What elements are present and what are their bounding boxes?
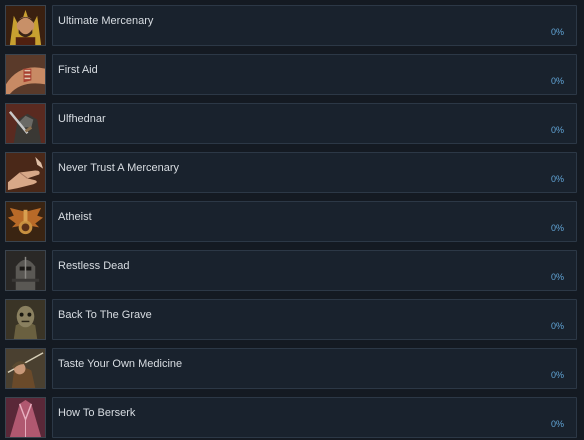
achievement-progress: 0%: [550, 174, 564, 184]
zombie-icon: [5, 299, 46, 340]
achievement-row[interactable]: Ultimate Mercenary 0%: [0, 3, 584, 47]
achievement-progress: 0%: [550, 27, 564, 37]
achievement-name: Ulfhednar: [58, 113, 106, 125]
achievement-row[interactable]: Ulfhednar 0%: [0, 101, 584, 145]
archer-icon: [5, 348, 46, 389]
achievement-row[interactable]: First Aid 0%: [0, 52, 584, 96]
achievement-row[interactable]: Restless Dead 0%: [0, 248, 584, 292]
winged-idol-icon: [5, 201, 46, 242]
achievement-row[interactable]: Back To The Grave 0%: [0, 297, 584, 341]
achievement-bar: Taste Your Own Medicine 0%: [52, 348, 577, 389]
achievement-bar: First Aid 0%: [52, 54, 577, 95]
achievement-progress: 0%: [550, 419, 564, 429]
achievement-progress: 0%: [550, 272, 564, 282]
achievement-progress: 0%: [550, 76, 564, 86]
handshake-icon: [5, 152, 46, 193]
bandaged-arm-icon: [5, 54, 46, 95]
achievement-bar: Atheist 0%: [52, 201, 577, 242]
achievement-bar: Ultimate Mercenary 0%: [52, 5, 577, 46]
achievement-progress: 0%: [550, 321, 564, 331]
achievement-name: Back To The Grave: [58, 309, 152, 321]
achievement-bar: Ulfhednar 0%: [52, 103, 577, 144]
achievement-name: How To Berserk: [58, 407, 136, 419]
achievement-name: Atheist: [58, 211, 92, 223]
achievement-name: Taste Your Own Medicine: [58, 358, 183, 370]
achievement-name: First Aid: [58, 64, 98, 76]
achievement-bar: How To Berserk 0%: [52, 397, 577, 438]
achievement-progress: 0%: [550, 223, 564, 233]
achievement-row[interactable]: Atheist 0%: [0, 199, 584, 243]
achievement-name: Restless Dead: [58, 260, 130, 272]
achievement-row[interactable]: Taste Your Own Medicine 0%: [0, 346, 584, 390]
achievement-bar: Never Trust A Mercenary 0%: [52, 152, 577, 193]
achievement-bar: Back To The Grave 0%: [52, 299, 577, 340]
achievement-bar: Restless Dead 0%: [52, 250, 577, 291]
wolf-warrior-icon: [5, 103, 46, 144]
berserker-icon: [5, 397, 46, 438]
achievement-progress: 0%: [550, 370, 564, 380]
mercenary-portrait-icon: [5, 5, 46, 46]
achievement-name: Ultimate Mercenary: [58, 15, 154, 27]
achievement-row[interactable]: How To Berserk 0%: [0, 395, 584, 439]
achievement-name: Never Trust A Mercenary: [58, 162, 180, 174]
achievement-progress: 0%: [550, 125, 564, 135]
achievement-row[interactable]: Never Trust A Mercenary 0%: [0, 150, 584, 194]
achievement-list: Ultimate Mercenary 0% First Aid 0% Ulfhe…: [0, 0, 584, 440]
armored-undead-icon: [5, 250, 46, 291]
